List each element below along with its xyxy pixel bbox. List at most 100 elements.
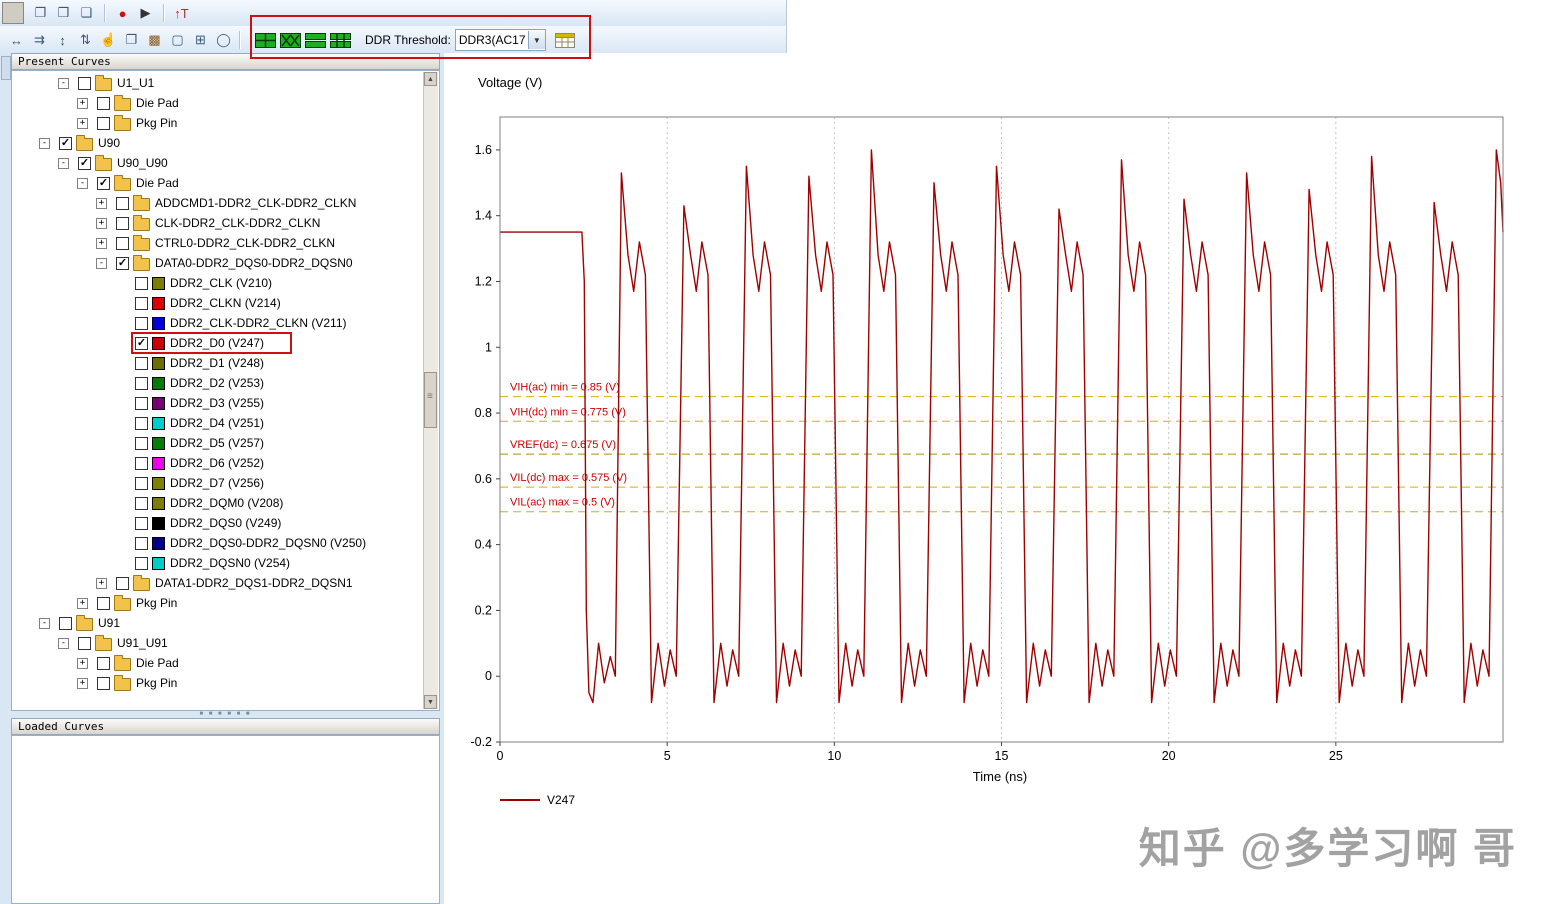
tree-row[interactable]: + Pkg Pin (13, 113, 424, 133)
curve-checkbox[interactable] (135, 476, 148, 490)
curve-checkbox[interactable]: ✓ (116, 256, 129, 270)
tree-row[interactable]: DDR2_D2 (V253) (13, 373, 424, 393)
tabular-waveform-view-icon[interactable] (330, 32, 351, 48)
tree-row[interactable]: + Pkg Pin (13, 673, 424, 693)
expand-toggle[interactable]: + (77, 677, 88, 689)
curve-checkbox[interactable] (59, 616, 72, 630)
zoom-vertical-button[interactable]: ⇅ (75, 30, 96, 51)
tree-row[interactable]: - ✓ DATA0-DDR2_DQS0-DDR2_DQSN0 (13, 253, 424, 273)
curve-checkbox[interactable]: ✓ (59, 136, 72, 150)
curve-checkbox[interactable] (97, 596, 110, 610)
curve-checkbox[interactable]: ✓ (97, 176, 110, 190)
panel-splitter[interactable]: ■ ■ ■ ■ ■ ■ (11, 711, 440, 718)
save-session-button[interactable]: ❏ (76, 3, 97, 24)
tree-row[interactable]: + DATA1-DDR2_DQS1-DDR2_DQSN1 (13, 573, 424, 593)
curve-checkbox[interactable] (135, 436, 148, 450)
expand-toggle[interactable]: + (96, 217, 107, 229)
curve-checkbox[interactable] (97, 96, 110, 110)
curve-checkbox[interactable] (97, 116, 110, 130)
dock-toggle-button[interactable] (1, 56, 11, 80)
tree-item-label[interactable]: DDR2_CLKN (V214) (170, 296, 281, 310)
curve-checkbox[interactable] (135, 556, 148, 570)
tree-row[interactable]: DDR2_CLK (V210) (13, 273, 424, 293)
collapse-toggle[interactable]: - (77, 177, 88, 189)
scrollbar-thumb[interactable] (424, 372, 437, 428)
curve-checkbox[interactable] (135, 396, 148, 410)
tree-item-label[interactable]: Pkg Pin (136, 116, 177, 130)
curve-checkbox[interactable] (116, 236, 129, 250)
select-region-button[interactable]: ▢ (167, 30, 188, 51)
collapse-toggle[interactable]: - (39, 137, 50, 149)
tree-item-label[interactable]: CTRL0-DDR2_CLK-DDR2_CLKN (155, 236, 335, 250)
tree-row[interactable]: DDR2_D7 (V256) (13, 473, 424, 493)
collapse-toggle[interactable]: - (58, 637, 69, 649)
tree-item-label[interactable]: Pkg Pin (136, 676, 177, 690)
curve-checkbox[interactable] (116, 196, 129, 210)
tree-item-label[interactable]: DDR2_D5 (V257) (170, 436, 264, 450)
tree-row[interactable]: - U91 (13, 613, 424, 633)
scroll-up-icon[interactable]: ▲ (424, 72, 437, 86)
curve-checkbox[interactable] (135, 516, 148, 530)
curve-checkbox[interactable] (116, 216, 129, 230)
tree-item-label[interactable]: CLK-DDR2_CLK-DDR2_CLKN (155, 216, 320, 230)
curve-checkbox[interactable] (135, 376, 148, 390)
tree-item-label[interactable]: DDR2_DQSN0 (V254) (170, 556, 290, 570)
expand-toggle[interactable]: + (77, 117, 88, 129)
color-map-button[interactable]: ▩ (144, 30, 165, 51)
curve-checkbox[interactable] (135, 316, 148, 330)
curve-checkbox[interactable] (135, 356, 148, 370)
tree-item-label[interactable]: DDR2_CLK-DDR2_CLKN (V211) (170, 316, 347, 330)
expand-toggle[interactable]: + (77, 97, 88, 109)
curve-checkbox[interactable] (135, 296, 148, 310)
tree-row[interactable]: DDR2_DQSN0 (V254) (13, 553, 424, 573)
fit-horizontal-button[interactable]: ↔ (6, 30, 27, 51)
expand-toggle[interactable]: + (96, 237, 107, 249)
tree-item-label[interactable]: DDR2_D4 (V251) (170, 416, 264, 430)
collapse-toggle[interactable]: - (58, 157, 69, 169)
tree-item-label[interactable]: DDR2_D0 (V247) (170, 336, 264, 350)
expand-toggle[interactable]: + (96, 197, 107, 209)
tree-item-label[interactable]: DDR2_D3 (V255) (170, 396, 264, 410)
tree-item-label[interactable]: U1_U1 (117, 76, 154, 90)
tree-item-label[interactable]: DDR2_DQS0-DDR2_DQSN0 (V250) (170, 536, 366, 550)
record-button[interactable]: ● (112, 3, 133, 24)
lasso-select-button[interactable]: ◯ (213, 30, 234, 51)
grid-select-button[interactable]: ⊞ (190, 30, 211, 51)
tree-item-label[interactable]: DDR2_DQS0 (V249) (170, 516, 281, 530)
tree-item-label[interactable]: Die Pad (136, 656, 179, 670)
curve-checkbox[interactable] (78, 636, 91, 650)
curve-checkbox[interactable] (97, 676, 110, 690)
curve-checkbox[interactable] (135, 276, 148, 290)
tree-item-label[interactable]: U91_U91 (117, 636, 168, 650)
collapse-toggle[interactable]: - (39, 617, 50, 629)
expand-toggle[interactable]: + (77, 657, 88, 669)
quad-waveform-view-icon[interactable] (255, 32, 276, 48)
tree-item-label[interactable]: Pkg Pin (136, 596, 177, 610)
tree-item-label[interactable]: DATA1-DDR2_DQS1-DDR2_DQSN1 (155, 576, 353, 590)
tree-row[interactable]: - U91_U91 (13, 633, 424, 653)
threshold-table-icon[interactable] (554, 32, 576, 49)
tree-row[interactable]: + Die Pad (13, 93, 424, 113)
collapse-toggle[interactable]: - (58, 77, 69, 89)
tree-row[interactable]: DDR2_DQS0-DDR2_DQSN0 (V250) (13, 533, 424, 553)
tree-item-label[interactable]: DDR2_DQM0 (V208) (170, 496, 283, 510)
tree-item-label[interactable]: DDR2_D7 (V256) (170, 476, 264, 490)
tree-row[interactable]: DDR2_D1 (V248) (13, 353, 424, 373)
tree-row[interactable]: - ✓ U90 (13, 133, 424, 153)
collapse-toggle[interactable]: - (96, 257, 107, 269)
curve-checkbox[interactable] (135, 496, 148, 510)
open-session-button[interactable]: ❒ (53, 3, 74, 24)
tree-row[interactable]: DDR2_D3 (V255) (13, 393, 424, 413)
curve-checkbox[interactable]: ✓ (78, 156, 91, 170)
tree-item-label[interactable]: U90 (98, 136, 120, 150)
curve-checkbox[interactable] (135, 456, 148, 470)
tree-row[interactable]: DDR2_DQM0 (V208) (13, 493, 424, 513)
tree-row[interactable]: + Die Pad (13, 653, 424, 673)
tree-row[interactable]: - ✓ U90_U90 (13, 153, 424, 173)
tree-row[interactable]: - U1_U1 (13, 73, 424, 93)
curve-checkbox[interactable] (78, 76, 91, 90)
copy-view-button[interactable]: ❐ (121, 30, 142, 51)
ddr-threshold-select[interactable]: DDR3(AC17 ▼ (454, 29, 546, 51)
curve-checkbox[interactable] (116, 576, 129, 590)
pan-tool-button[interactable]: ☝ (98, 30, 119, 51)
